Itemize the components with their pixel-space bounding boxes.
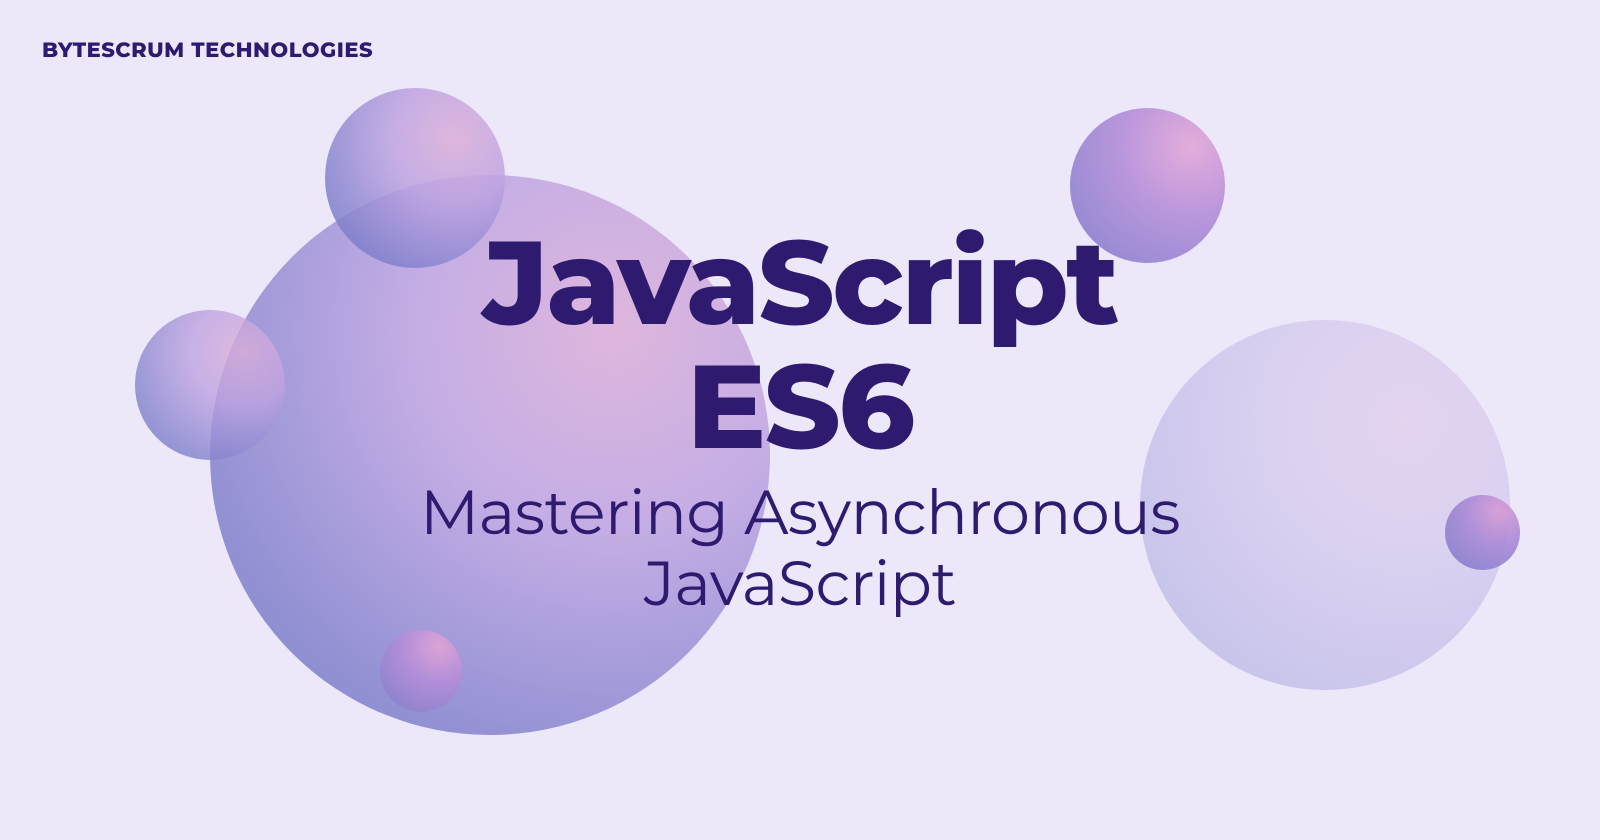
main-title: JavaScript ES6 — [400, 221, 1200, 469]
brand-label: BYTESCRUM TECHNOLOGIES — [42, 38, 373, 63]
decorative-circle-farright — [1445, 495, 1520, 570]
hero-text-block: JavaScript ES6 Mastering Asynchronous Ja… — [400, 221, 1200, 619]
decorative-circle-leftmid — [135, 310, 285, 460]
decorative-circle-bottom — [380, 630, 462, 712]
subtitle: Mastering Asynchronous JavaScript — [400, 477, 1200, 620]
